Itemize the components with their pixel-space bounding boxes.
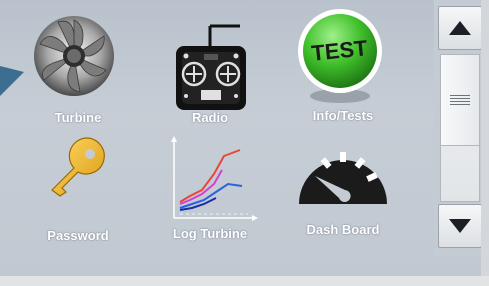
menu-item-label: Info/Tests: [312, 108, 374, 123]
menu-item-turbine[interactable]: Turbine: [18, 10, 138, 130]
menu-item-label: Password: [47, 228, 109, 243]
test-badge-icon: TEST: [298, 9, 382, 103]
scroll-track[interactable]: [440, 54, 480, 202]
log-chart-icon: [171, 136, 258, 221]
menu-item-label: Radio: [191, 110, 229, 125]
turbine-icon: [34, 16, 114, 96]
triangle-up-icon: [449, 21, 471, 35]
menu-item-info-tests[interactable]: TEST Info/Tests: [283, 4, 403, 124]
radio-transmitter-icon: [176, 24, 246, 110]
triangle-down-icon: [449, 219, 471, 233]
grip-lines-icon: [450, 95, 470, 107]
menu-item-dash-board[interactable]: Dash Board: [283, 130, 403, 250]
gauge-icon: [299, 152, 387, 204]
menu-item-log-turbine[interactable]: Log Turbine: [150, 130, 270, 250]
scroll-down-button[interactable]: [438, 204, 482, 248]
touch-screen: Turbine Radio TEST Info/Tests Password L…: [0, 0, 489, 286]
key-icon: [51, 137, 105, 197]
scrollbar[interactable]: [434, 0, 484, 256]
screen-bezel-right: [481, 0, 489, 286]
menu-item-password[interactable]: Password: [18, 130, 138, 250]
menu-item-radio[interactable]: Radio: [150, 10, 270, 130]
scroll-up-button[interactable]: [438, 6, 482, 50]
menu-item-label: Dash Board: [306, 222, 380, 237]
scroll-thumb[interactable]: [441, 55, 479, 146]
screen-bezel-bottom: [0, 276, 489, 286]
menu-item-label: Log Turbine: [172, 226, 248, 241]
menu-item-label: Turbine: [54, 110, 102, 125]
